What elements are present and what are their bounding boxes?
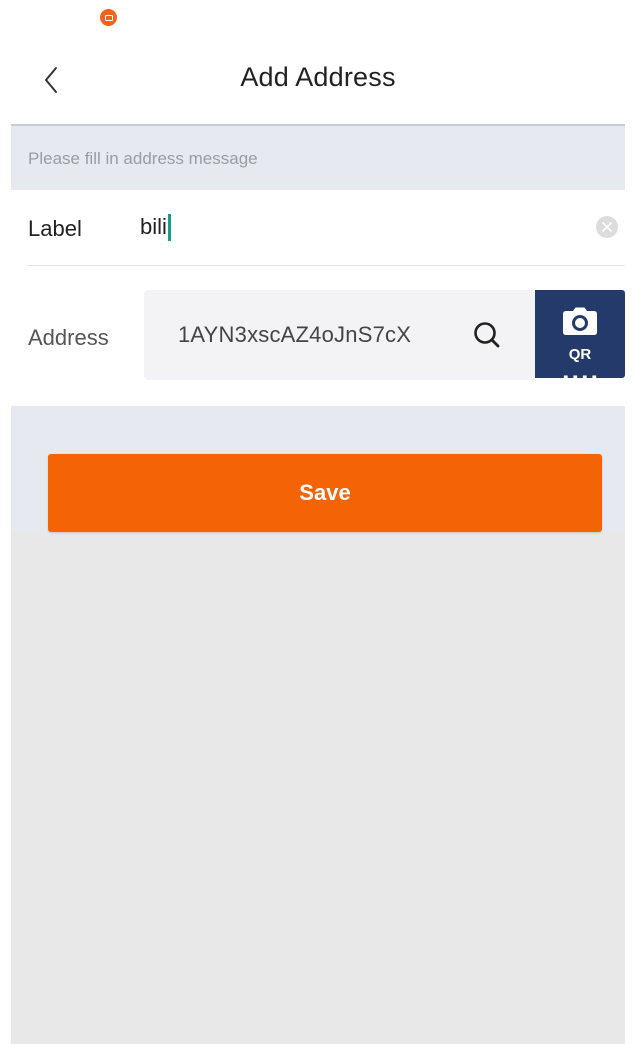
label-row: Label bili bbox=[11, 190, 625, 265]
save-button[interactable]: Save bbox=[48, 454, 602, 532]
address-field-label: Address bbox=[28, 325, 109, 350]
status-bar bbox=[0, 0, 636, 34]
form-section: Please fill in address message Label bil… bbox=[11, 124, 625, 532]
hint-text: Please fill in address message bbox=[28, 149, 258, 168]
hint-bar: Please fill in address message bbox=[11, 124, 625, 190]
label-input[interactable]: bili bbox=[140, 210, 171, 244]
label-field-label: Label bbox=[28, 216, 82, 241]
row-divider bbox=[27, 265, 625, 266]
search-button[interactable] bbox=[470, 318, 504, 352]
notification-icon bbox=[100, 9, 117, 26]
camera-icon bbox=[563, 307, 597, 335]
content-area: Please fill in address message Label bil… bbox=[11, 124, 625, 1044]
page-title: Add Address bbox=[240, 62, 396, 92]
qr-button-label: QR bbox=[568, 346, 592, 363]
search-icon bbox=[474, 322, 500, 348]
text-cursor bbox=[167, 213, 171, 241]
label-input-value: bili bbox=[140, 214, 167, 239]
clear-label-button[interactable] bbox=[596, 216, 618, 238]
address-input[interactable]: 1AYN3xscAZ4oJnS7cX bbox=[144, 290, 536, 380]
clear-circle-icon bbox=[602, 222, 612, 232]
qr-scan-button[interactable]: QR ▪ ▪ ▪ ▪ bbox=[535, 290, 625, 378]
address-input-value: 1AYN3xscAZ4oJnS7cX bbox=[178, 322, 412, 347]
address-form: Label bili Address 1AYN3xscAZ4oJnS7cX QR… bbox=[11, 190, 625, 406]
add-address-screen: Add Address Please fill in address messa… bbox=[0, 0, 636, 1044]
qr-button-label-overflow: ▪ ▪ ▪ ▪ bbox=[563, 369, 597, 378]
header: Add Address bbox=[0, 34, 636, 124]
